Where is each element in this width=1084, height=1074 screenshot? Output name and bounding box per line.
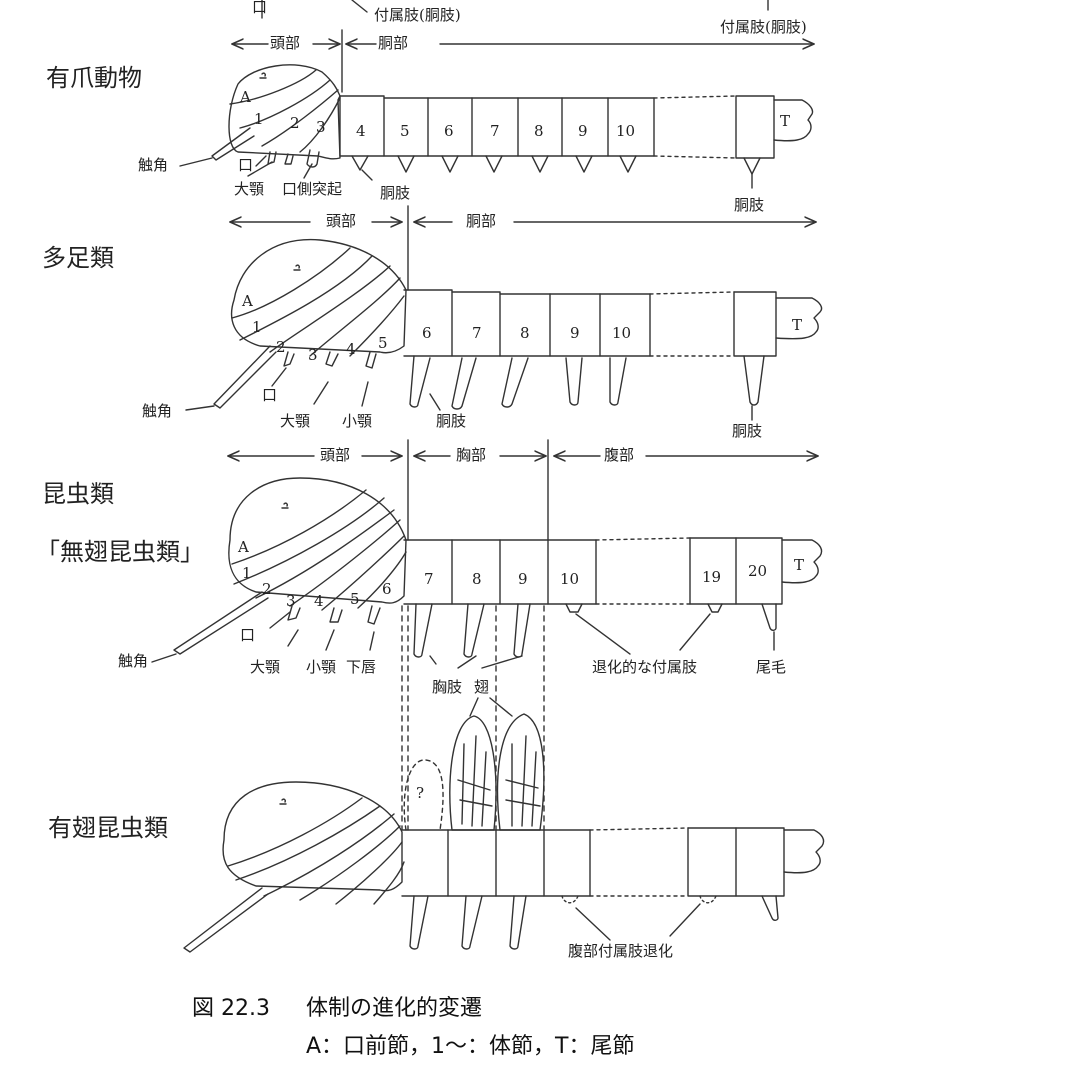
r1-acron: A <box>239 88 251 106</box>
r1-seg-6: 6 <box>444 122 454 140</box>
r2-seg-3: 3 <box>308 346 318 364</box>
r1-seg-5: 5 <box>400 122 410 140</box>
row3-head-label: 頭部 <box>320 446 351 464</box>
top-partial-lines <box>261 0 769 19</box>
row1-antenna-label: 触角 <box>138 156 169 174</box>
r2-seg-9: 9 <box>570 324 580 342</box>
r1-telson: T <box>780 112 790 130</box>
r1-seg-2: 2 <box>290 114 300 132</box>
row2-trunk-label: 胴部 <box>466 212 497 230</box>
row4-title: 有翅昆虫類 <box>48 814 168 842</box>
row1-diagram <box>179 29 814 189</box>
wing-1 <box>449 715 497 831</box>
row3-title: 昆虫類 <box>42 480 114 508</box>
row4-diagram <box>183 713 825 953</box>
row4-abdominal-reduced-label: 腹部付属肢退化 <box>568 942 674 960</box>
r1-seg-4: 4 <box>356 122 366 140</box>
r2-seg-4: 4 <box>346 340 356 358</box>
r3-seg-2: 2 <box>262 580 272 598</box>
r3-seg-8: 8 <box>472 570 482 588</box>
row1-trunk-label: 胴部 <box>378 34 409 52</box>
r2-seg-5: 5 <box>378 334 388 352</box>
row2-mandible-label: 大顎 <box>280 412 311 430</box>
row3-vestigial-label: 退化的な付属肢 <box>592 658 698 676</box>
row3-labium-label: 下唇 <box>346 658 377 676</box>
r1-seg-8: 8 <box>534 122 544 140</box>
row2-antenna-label: 触角 <box>142 402 173 420</box>
top-limb-label-right: 付属肢(胴肢) <box>720 18 807 36</box>
row3-maxilla-label: 小顎 <box>306 658 337 676</box>
r3-seg-10: 10 <box>560 570 579 588</box>
r3-acron: A <box>237 538 249 556</box>
top-mouth-label: 口 <box>252 0 268 16</box>
r3-seg-4: 4 <box>314 592 324 610</box>
r1-seg-7: 7 <box>490 122 500 140</box>
row1-mandible-label: 大顎 <box>234 180 265 198</box>
row3-mouth-label: 口 <box>240 626 256 644</box>
r3-seg-5: 5 <box>350 590 360 608</box>
r2-seg-8: 8 <box>520 324 530 342</box>
top-limb-label-left: 付属肢(胴肢) <box>374 6 461 24</box>
r2-acron: A <box>241 292 253 310</box>
row2-maxilla-label: 小顎 <box>342 412 373 430</box>
row3-subtitle: 「無翅昆虫類」 <box>36 538 204 566</box>
r3-seg-20: 20 <box>748 562 767 580</box>
r1-seg-3: 3 <box>316 118 326 136</box>
row1-limb-label: 胴肢 <box>380 184 411 202</box>
row3-wing-label: 翅 <box>474 678 490 696</box>
row1-title: 有爪動物 <box>46 64 142 92</box>
r2-seg-7: 7 <box>472 324 482 342</box>
row3-thoracic-legs-label: 胸肢 <box>432 678 463 696</box>
r1-seg-10: 10 <box>616 122 635 140</box>
r4-question: ? <box>416 784 424 802</box>
r3-telson: T <box>794 556 804 574</box>
caption-legend: A：口前節，1〜：体節，T：尾節 <box>306 1034 635 1059</box>
row2-limb2-label: 胴肢 <box>732 422 763 440</box>
r2-seg-10: 10 <box>612 324 631 342</box>
caption-figure-number: 図 22.3 <box>192 996 270 1021</box>
row2-mouth-label: 口 <box>262 386 278 404</box>
row2-diagram <box>185 205 823 421</box>
row3-cercus-label: 尾毛 <box>756 658 787 676</box>
r3-seg-9: 9 <box>518 570 528 588</box>
row2-limb-label: 胴肢 <box>436 412 467 430</box>
r1-seg-1: 1 <box>254 110 264 128</box>
r3-seg-7: 7 <box>424 570 434 588</box>
row1-oral-papilla-label: 口側突起 <box>282 180 343 198</box>
r1-seg-9: 9 <box>578 122 588 140</box>
row1-limb2-label: 胴肢 <box>734 196 765 214</box>
r2-seg-1: 1 <box>252 318 262 336</box>
row1-mouth-label: 口 <box>238 156 254 174</box>
wing-2 <box>496 713 545 831</box>
r3-seg-3: 3 <box>286 592 296 610</box>
row2-title: 多足類 <box>42 244 114 272</box>
r2-seg-2: 2 <box>276 338 286 356</box>
row3-thorax-label: 胸部 <box>456 446 487 464</box>
row3-abdomen-label: 腹部 <box>604 446 635 464</box>
row3-antenna-label: 触角 <box>118 652 149 670</box>
r3-seg-19: 19 <box>702 568 721 586</box>
r2-telson: T <box>792 316 802 334</box>
r3-seg-6: 6 <box>382 580 392 598</box>
r3-seg-1: 1 <box>242 564 252 582</box>
row3-mandible-label: 大顎 <box>250 658 281 676</box>
r2-seg-6: 6 <box>422 324 432 342</box>
row1-head-label: 頭部 <box>270 34 301 52</box>
caption-title: 体制の進化的変遷 <box>306 996 483 1021</box>
row2-head-label: 頭部 <box>326 212 357 230</box>
